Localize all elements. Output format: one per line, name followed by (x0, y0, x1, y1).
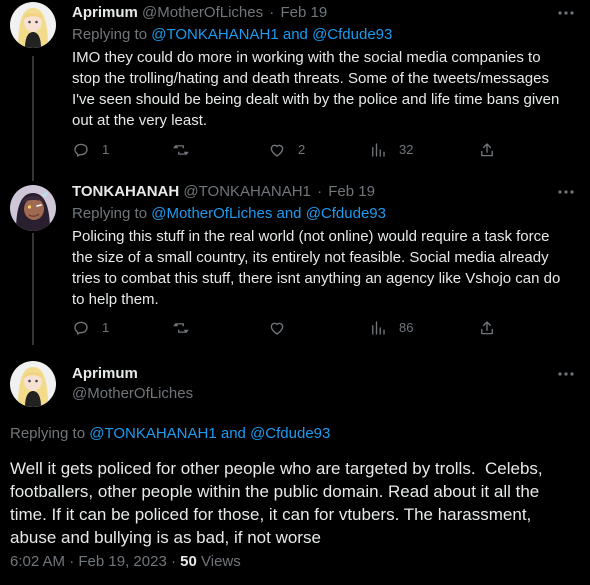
reply-button[interactable]: 1 (72, 318, 109, 338)
user-handle[interactable]: @MotherOfLiches (142, 4, 263, 21)
separator: · (170, 553, 176, 570)
replying-to: Replying to @TONKAHANAH1 and @Cfdude93 (72, 26, 392, 44)
more-icon[interactable] (556, 4, 576, 22)
share-icon (481, 143, 493, 157)
mention-and: and (272, 205, 306, 222)
tweet-time[interactable]: 6:02 AM (10, 553, 65, 570)
views-icon (372, 321, 385, 335)
replying-to: Replying to @TONKAHANAH1 and @Cfdude93 (10, 425, 330, 443)
reply-icon (74, 321, 88, 335)
conversation-thread: Aprimum @MotherOfLiches · Feb 19 Replyin… (0, 0, 590, 585)
tweet-metadata: 6:02 AM · Feb 19, 2023 · 50 Views (10, 553, 241, 571)
views-count: 86 (399, 320, 414, 335)
mention-user-2[interactable]: @Cfdude93 (306, 205, 386, 222)
share-button[interactable] (478, 318, 496, 338)
replying-prefix: Replying to (72, 205, 152, 222)
like-icon (270, 144, 284, 157)
thread-connector-line (32, 56, 34, 180)
separator: · (69, 553, 75, 570)
like-icon (270, 322, 284, 335)
reply-tweet[interactable]: TONKAHANAH @TONKAHANAH1 · Feb 19 Replyin… (0, 175, 590, 345)
like-button[interactable] (268, 318, 298, 338)
more-icon[interactable] (556, 365, 576, 383)
views-button[interactable]: 32 (369, 140, 413, 160)
mention-link[interactable]: @TONKAHANAH1 and @Cfdude93 (89, 425, 330, 442)
like-button[interactable]: 2 (268, 140, 305, 160)
tweet-text: Well it gets policed for other people wh… (10, 459, 543, 547)
separator: · (269, 4, 275, 21)
views-icon (372, 143, 385, 157)
mention-link[interactable]: @TONKAHANAH1 and @Cfdude93 (151, 26, 392, 43)
mention-link[interactable]: @MotherOfLiches and @Cfdude93 (151, 205, 386, 222)
mention-user-2[interactable]: @Cfdude93 (312, 26, 392, 43)
retweet-icon (173, 145, 189, 155)
like-count: 2 (298, 142, 306, 157)
action-bar: 1 86 (72, 318, 502, 338)
views-label: Views (201, 553, 241, 570)
avatar[interactable] (10, 361, 56, 407)
display-name[interactable]: Aprimum (72, 4, 138, 21)
share-icon (481, 321, 493, 335)
replying-prefix: Replying to (72, 26, 152, 43)
user-handle[interactable]: @MotherOfLiches (72, 385, 193, 403)
mention-user-2[interactable]: @Cfdude93 (250, 425, 330, 442)
replying-prefix: Replying to (10, 425, 90, 442)
avatar[interactable] (10, 185, 56, 231)
tweet-text: Policing this stuff in the real world (n… (72, 228, 561, 308)
share-button[interactable] (478, 140, 496, 160)
tweet-date[interactable]: Feb 19, 2023 (78, 553, 166, 570)
user-handle[interactable]: @TONKAHANAH1 (183, 183, 310, 200)
thread-connector-line (32, 175, 34, 181)
mention-and: and (216, 425, 251, 442)
more-icon[interactable] (556, 183, 576, 201)
mention-and: and (278, 26, 313, 43)
display-name[interactable]: TONKAHANAH (72, 183, 179, 200)
tweet-date[interactable]: Feb 19 (280, 4, 327, 21)
reply-count: 1 (102, 320, 110, 335)
views-button[interactable]: 86 (369, 318, 413, 338)
mention-user-1[interactable]: @TONKAHANAH1 (151, 26, 278, 43)
retweet-button[interactable] (172, 140, 202, 160)
tweet-header: TONKAHANAH @TONKAHANAH1 · Feb 19 (72, 183, 375, 201)
thread-connector-line (32, 233, 34, 345)
retweet-icon (173, 323, 189, 333)
focused-tweet: Aprimum @MotherOfLiches Replying to @TON… (0, 345, 590, 585)
mention-user-1[interactable]: @MotherOfLiches (151, 205, 272, 222)
tweet-header: Aprimum @MotherOfLiches · Feb 19 (72, 4, 327, 22)
views-count: 32 (399, 142, 414, 157)
views-count[interactable]: 50 (180, 553, 197, 570)
reply-count: 1 (102, 142, 110, 157)
retweet-button[interactable] (172, 318, 202, 338)
avatar[interactable] (10, 2, 56, 48)
action-bar: 1 2 32 (72, 140, 502, 160)
display-name[interactable]: Aprimum (72, 365, 138, 383)
reply-tweet[interactable]: Aprimum @MotherOfLiches · Feb 19 Replyin… (0, 0, 590, 180)
reply-icon (74, 143, 88, 157)
separator: · (317, 183, 323, 200)
tweet-date[interactable]: Feb 19 (328, 183, 375, 200)
tweet-text: IMO they could do more in working with t… (72, 49, 560, 129)
mention-user-1[interactable]: @TONKAHANAH1 (89, 425, 216, 442)
replying-to: Replying to @MotherOfLiches and @Cfdude9… (72, 205, 386, 223)
reply-button[interactable]: 1 (72, 140, 109, 160)
